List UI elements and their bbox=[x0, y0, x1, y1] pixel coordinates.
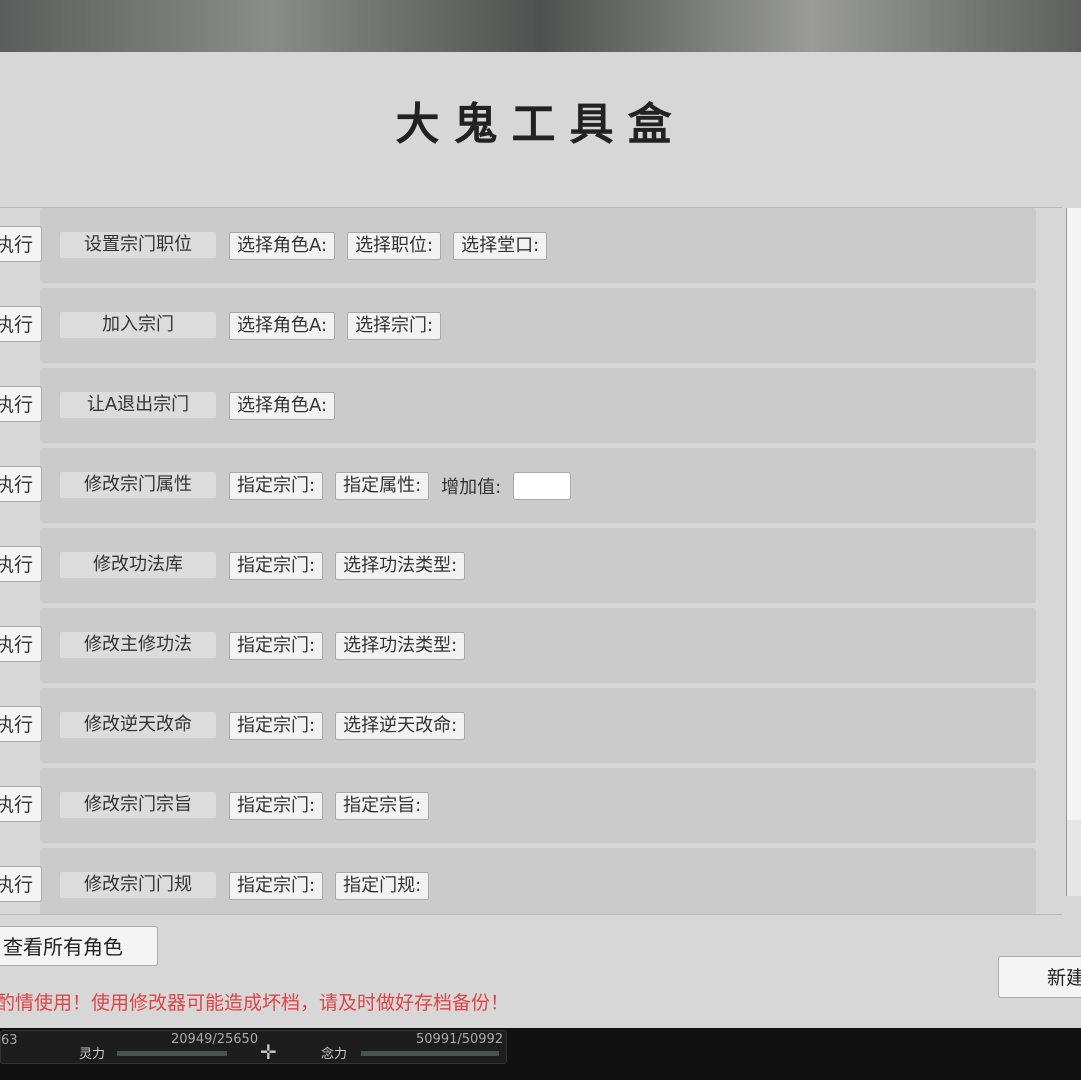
option-select[interactable]: 选择角色A: bbox=[229, 392, 336, 420]
status-hud: 63 灵力 20949/25650 ✛ 念力 50991/50992 bbox=[0, 1030, 507, 1064]
execute-button[interactable]: 执行 bbox=[0, 866, 42, 902]
increase-value-label: 增加值: bbox=[441, 477, 502, 498]
execute-label: 执行 bbox=[0, 874, 33, 896]
action-label: 设置宗门职位 bbox=[60, 232, 216, 258]
execute-button[interactable]: 执行 bbox=[0, 466, 42, 502]
option-select[interactable]: 指定宗门: bbox=[229, 632, 324, 660]
option-select[interactable]: 选择角色A: bbox=[229, 232, 336, 260]
execute-label: 执行 bbox=[0, 474, 33, 496]
new-button[interactable]: 新建 bbox=[998, 956, 1081, 998]
execute-label: 执行 bbox=[0, 234, 33, 256]
page-title: 大鬼工具盒 bbox=[395, 99, 686, 150]
action-label: 修改宗门属性 bbox=[60, 472, 216, 498]
scrollbar-thumb[interactable] bbox=[1067, 820, 1081, 896]
action-label: 修改功法库 bbox=[60, 552, 216, 578]
action-label: 加入宗门 bbox=[60, 312, 216, 338]
execute-button[interactable]: 执行 bbox=[0, 706, 42, 742]
game-background bbox=[0, 0, 1081, 52]
action-row: 执行 让A退出宗门 选择角色A: bbox=[0, 368, 1040, 443]
action-label: 修改主修功法 bbox=[60, 632, 216, 658]
lingli-bar bbox=[117, 1051, 227, 1056]
view-all-characters-button[interactable]: 查看所有角色 bbox=[0, 926, 158, 966]
option-select[interactable]: 指定宗门: bbox=[229, 552, 324, 580]
execute-label: 执行 bbox=[0, 394, 33, 416]
action-label: 修改宗门门规 bbox=[60, 872, 216, 898]
action-row: 执行 修改逆天改命 指定宗门: 选择逆天改命: bbox=[0, 688, 1040, 763]
option-select[interactable]: 选择功法类型: bbox=[335, 632, 466, 660]
option-select[interactable]: 选择堂口: bbox=[453, 232, 548, 260]
execute-label: 执行 bbox=[0, 634, 33, 656]
execute-label: 执行 bbox=[0, 554, 33, 576]
execute-button[interactable]: 执行 bbox=[0, 386, 42, 422]
execute-label: 执行 bbox=[0, 794, 33, 816]
nianli-label: 念力 bbox=[321, 1047, 348, 1062]
execute-label: 执行 bbox=[0, 714, 33, 736]
execute-button[interactable]: 执行 bbox=[0, 546, 42, 582]
warning-text: 酌情使用！使用修改器可能造成坏档，请及时做好存档备份！ bbox=[0, 992, 510, 1014]
execute-button[interactable]: 执行 bbox=[0, 786, 42, 822]
option-select[interactable]: 指定宗门: bbox=[229, 472, 324, 500]
lingli-value: 20949/25650 bbox=[171, 1032, 259, 1047]
option-select[interactable]: 指定宗旨: bbox=[335, 792, 430, 820]
action-row: 执行 修改宗门宗旨 指定宗门: 指定宗旨: bbox=[0, 768, 1040, 843]
execute-button[interactable]: 执行 bbox=[0, 226, 42, 262]
action-row: 执行 修改宗门属性 指定宗门: 指定属性: 增加值: bbox=[0, 448, 1040, 523]
scrollbar[interactable] bbox=[1066, 208, 1081, 896]
lingli-label: 灵力 bbox=[79, 1047, 106, 1062]
action-row: 执行 加入宗门 选择角色A: 选择宗门: bbox=[0, 288, 1040, 363]
option-select[interactable]: 指定门规: bbox=[335, 872, 430, 900]
action-row: 执行 设置宗门职位 选择角色A: 选择职位: 选择堂口: bbox=[0, 208, 1040, 283]
action-label: 让A退出宗门 bbox=[60, 392, 216, 418]
nianli-bar bbox=[361, 1051, 499, 1056]
option-select[interactable]: 选择功法类型: bbox=[335, 552, 466, 580]
increase-value-input[interactable] bbox=[513, 472, 572, 500]
option-select[interactable]: 指定宗门: bbox=[229, 792, 324, 820]
execute-button[interactable]: 执行 bbox=[0, 306, 42, 342]
action-label: 修改宗门宗旨 bbox=[60, 792, 216, 818]
action-row: 执行 修改宗门门规 指定宗门: 指定门规: bbox=[0, 848, 1040, 914]
execute-label: 执行 bbox=[0, 314, 33, 336]
hud-left-value: 63 bbox=[1, 1033, 18, 1048]
execute-button[interactable]: 执行 bbox=[0, 626, 42, 662]
option-select[interactable]: 指定宗门: bbox=[229, 712, 324, 740]
option-select[interactable]: 指定属性: bbox=[335, 472, 430, 500]
plus-icon[interactable]: ✛ bbox=[260, 1040, 277, 1064]
action-label: 修改逆天改命 bbox=[60, 712, 216, 738]
option-select[interactable]: 选择宗门: bbox=[347, 312, 442, 340]
option-select[interactable]: 选择逆天改命: bbox=[335, 712, 466, 740]
option-select[interactable]: 选择角色A: bbox=[229, 312, 336, 340]
action-row: 执行 修改功法库 指定宗门: 选择功法类型: bbox=[0, 528, 1040, 603]
option-select[interactable]: 指定宗门: bbox=[229, 872, 324, 900]
action-row: 执行 修改主修功法 指定宗门: 选择功法类型: bbox=[0, 608, 1040, 683]
nianli-value: 50991/50992 bbox=[416, 1032, 504, 1047]
action-list: 执行 设置宗门职位 选择角色A: 选择职位: 选择堂口: 执行 加入宗门 选择角色A… bbox=[0, 207, 1062, 915]
option-select[interactable]: 选择职位: bbox=[347, 232, 442, 260]
